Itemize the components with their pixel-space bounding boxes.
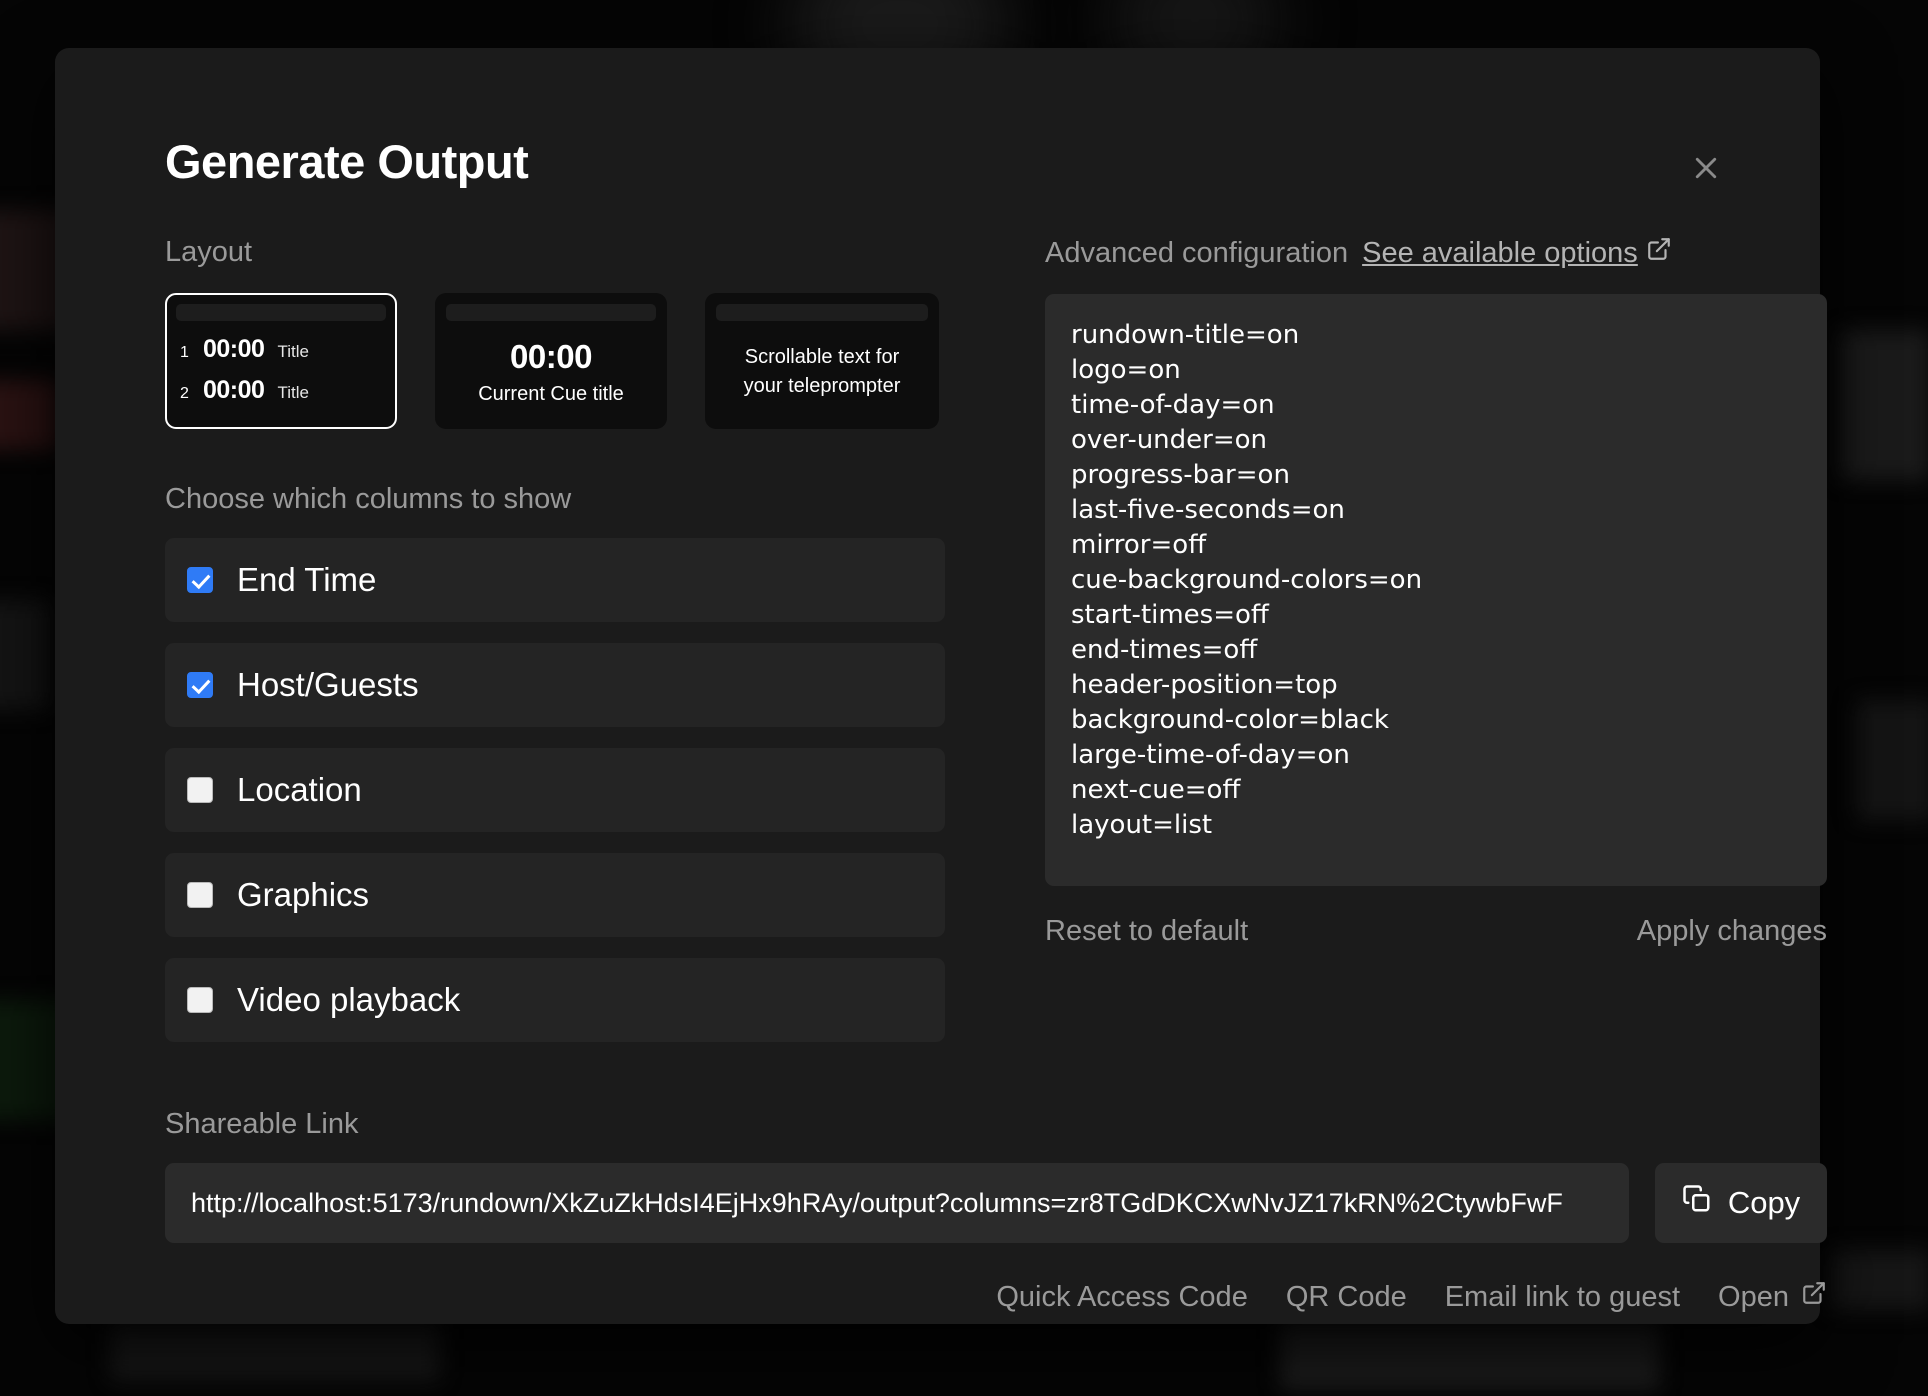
shareable-link-section: Shareable Link Copy Quick Access Code QR… xyxy=(165,1108,1827,1314)
reset-to-default-button[interactable]: Reset to default xyxy=(1045,915,1248,948)
columns-section-label: Choose which columns to show xyxy=(165,483,572,515)
open-button[interactable]: Open xyxy=(1718,1280,1827,1314)
copy-button-label: Copy xyxy=(1727,1185,1801,1220)
teleprompter-line-1: Scrollable text for xyxy=(744,346,900,368)
backdrop-shape xyxy=(0,600,50,710)
column-label: Video playback xyxy=(237,981,461,1018)
copy-icon xyxy=(1682,1184,1712,1222)
see-available-options-label: See available options xyxy=(1362,236,1638,269)
card-body: 00:00 Current Cue title xyxy=(437,321,665,423)
preview-clock: 00:00 xyxy=(510,338,592,375)
column-label: Location xyxy=(237,771,362,808)
open-button-label: Open xyxy=(1718,1280,1789,1313)
see-available-options-link[interactable]: See available options xyxy=(1362,236,1672,270)
shareable-link-label: Shareable Link xyxy=(165,1108,359,1140)
external-link-icon xyxy=(1801,1280,1827,1314)
apply-changes-button[interactable]: Apply changes xyxy=(1637,915,1827,948)
checkbox-end-time[interactable] xyxy=(187,567,213,593)
shareable-link-input[interactable] xyxy=(165,1163,1629,1243)
column-row-graphics[interactable]: Graphics xyxy=(165,853,945,937)
layout-section-label: Layout xyxy=(165,236,253,268)
backdrop-shape xyxy=(1830,1250,1928,1310)
columns-checkbox-list: End Time Host/Guests Location Graphics V… xyxy=(165,538,945,1042)
backdrop-shape xyxy=(110,1320,440,1380)
column-label: End Time xyxy=(237,561,377,598)
page-title: Generate Output xyxy=(165,135,529,188)
column-row-host-guests[interactable]: Host/Guests xyxy=(165,643,945,727)
quick-access-code-button[interactable]: Quick Access Code xyxy=(996,1281,1247,1314)
advanced-config-textarea[interactable]: rundown-title=on logo=on time-of-day=on … xyxy=(1045,294,1827,886)
layout-option-single[interactable]: 00:00 Current Cue title xyxy=(435,293,667,429)
cue-title: Title xyxy=(277,342,309,361)
column-row-video-playback[interactable]: Video playback xyxy=(165,958,945,1042)
layout-options: 1 00:00 Title 2 00:00 Title 00:00 Curren… xyxy=(165,293,945,429)
card-header-bar xyxy=(716,304,928,321)
generate-output-dialog: Generate Output Layout 1 00:00 Title 2 0… xyxy=(55,48,1827,1324)
advanced-config-actions: Reset to default Apply changes xyxy=(1045,915,1827,948)
cue-index: 1 xyxy=(180,344,189,361)
copy-button[interactable]: Copy xyxy=(1655,1163,1827,1243)
backdrop-shape xyxy=(1280,1320,1660,1390)
close-icon[interactable] xyxy=(1684,146,1728,190)
left-panel: Layout 1 00:00 Title 2 00:00 Title 00:00… xyxy=(165,236,945,1063)
card-header-bar xyxy=(446,304,656,321)
column-label: Host/Guests xyxy=(237,666,419,703)
card-body: 1 00:00 Title 2 00:00 Title xyxy=(167,321,395,405)
card-header-bar xyxy=(176,304,386,321)
qr-code-button[interactable]: QR Code xyxy=(1286,1281,1407,1314)
advanced-config-label: Advanced configuration xyxy=(1045,236,1349,269)
backdrop-shape xyxy=(0,380,60,450)
checkbox-graphics[interactable] xyxy=(187,882,213,908)
teleprompter-preview-text: Scrollable text for your teleprompter xyxy=(744,343,901,401)
cue-index: 2 xyxy=(180,385,189,402)
cue-title: Title xyxy=(277,383,309,402)
email-link-to-guest-button[interactable]: Email link to guest xyxy=(1445,1281,1680,1314)
teleprompter-line-2: your teleprompter xyxy=(743,375,901,397)
card-body: Scrollable text for your teleprompter xyxy=(707,321,937,423)
cue-preview-row: 1 00:00 Title xyxy=(180,335,382,364)
cue-time: 00:00 xyxy=(203,376,265,404)
shareable-link-actions: Quick Access Code QR Code Email link to … xyxy=(165,1280,1827,1314)
checkbox-video-playback[interactable] xyxy=(187,987,213,1013)
external-link-icon xyxy=(1646,236,1672,270)
column-row-location[interactable]: Location xyxy=(165,748,945,832)
backdrop-shape xyxy=(1840,330,1928,480)
right-panel: Advanced configuration See available opt… xyxy=(1045,236,1827,948)
cue-preview-row: 2 00:00 Title xyxy=(180,376,382,405)
shareable-link-row: Copy xyxy=(165,1163,1827,1243)
cue-time: 00:00 xyxy=(203,335,265,363)
layout-option-teleprompter[interactable]: Scrollable text for your teleprompter xyxy=(705,293,939,429)
column-label: Graphics xyxy=(237,876,370,913)
column-row-end-time[interactable]: End Time xyxy=(165,538,945,622)
layout-option-list[interactable]: 1 00:00 Title 2 00:00 Title xyxy=(165,293,397,429)
backdrop-shape xyxy=(1855,700,1928,820)
preview-cue-title: Current Cue title xyxy=(478,383,624,405)
advanced-config-header: Advanced configuration See available opt… xyxy=(1045,236,1827,270)
checkbox-host-guests[interactable] xyxy=(187,672,213,698)
checkbox-location[interactable] xyxy=(187,777,213,803)
